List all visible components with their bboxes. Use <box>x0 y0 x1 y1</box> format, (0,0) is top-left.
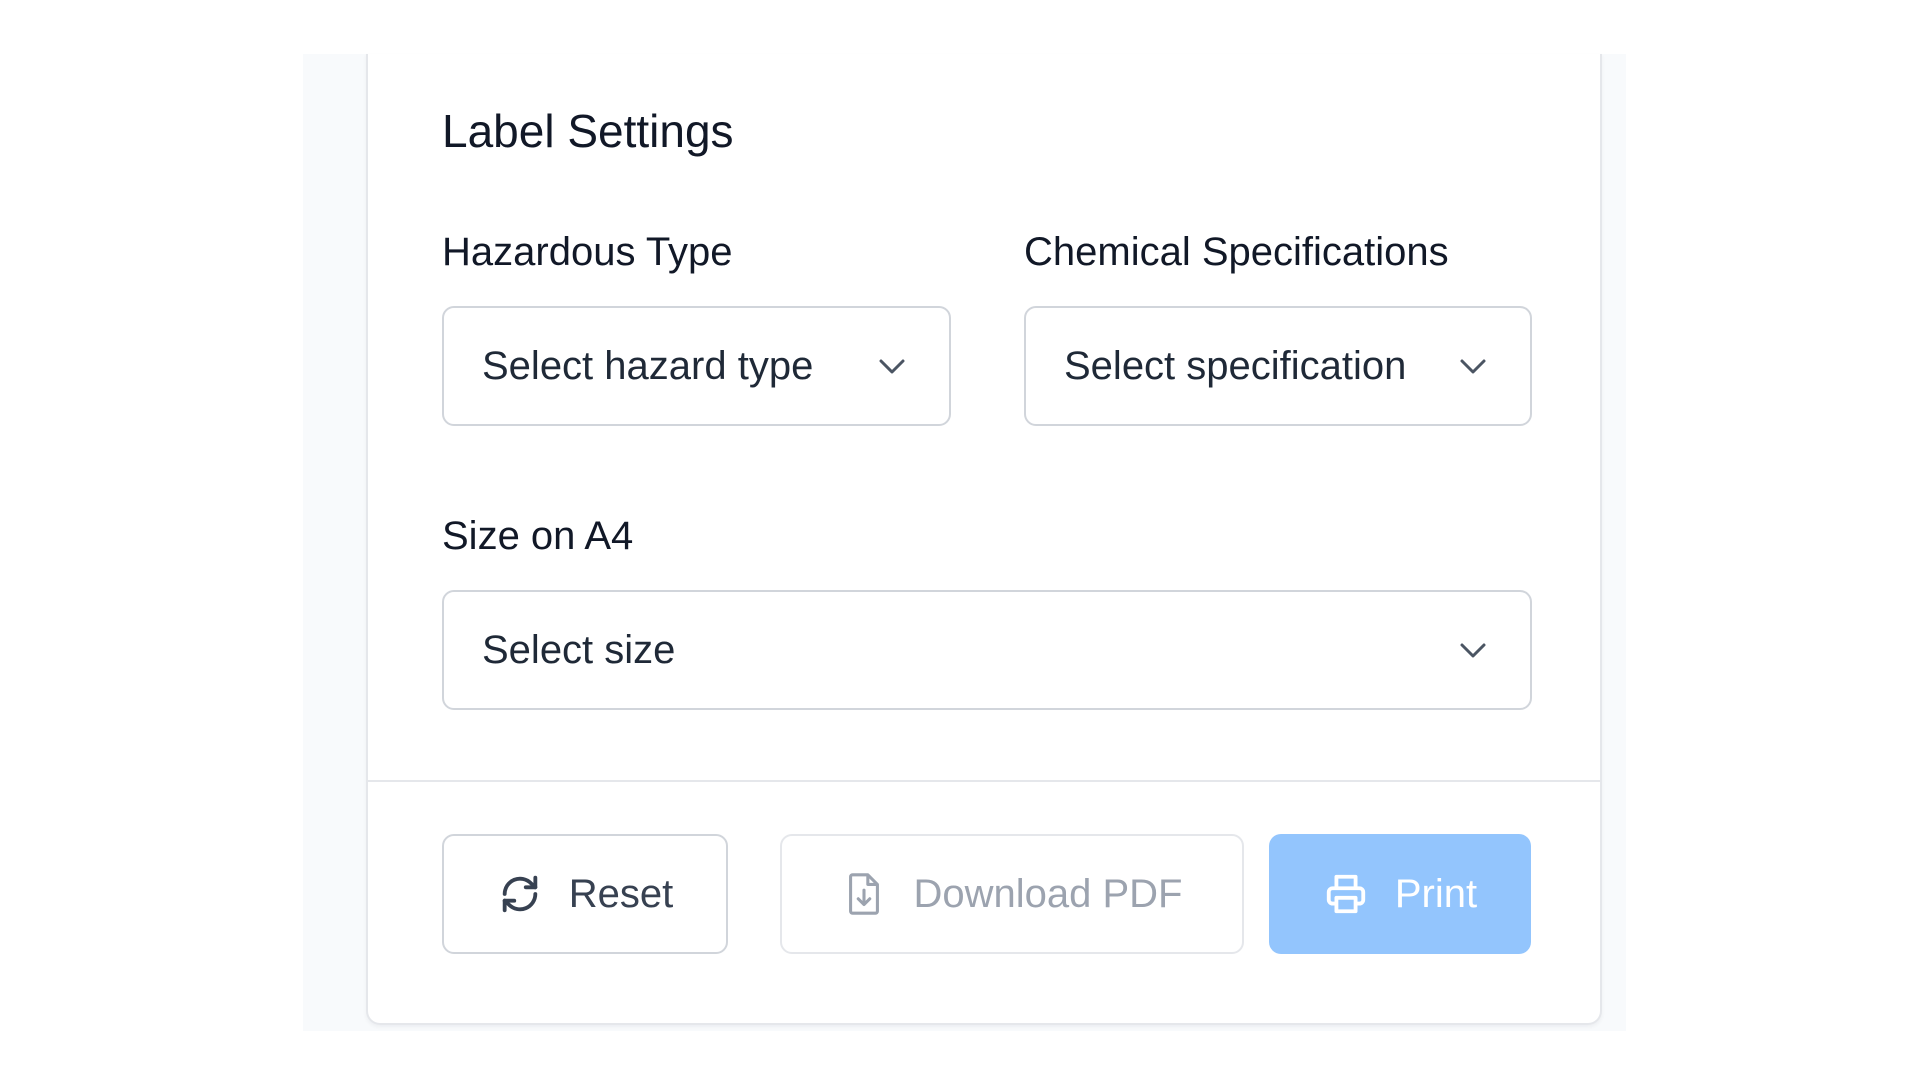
chemical-spec-select[interactable]: Select specification <box>1024 306 1532 426</box>
chevron-down-icon <box>879 359 905 374</box>
footer-divider <box>368 780 1600 782</box>
reset-button[interactable]: Reset <box>442 834 728 954</box>
hazard-type-value: Select hazard type <box>482 343 814 388</box>
refresh-icon <box>502 875 537 913</box>
chemical-spec-label: Chemical Specifications <box>1024 230 1449 274</box>
download-pdf-label: Download PDF <box>913 871 1183 916</box>
chevron-down-icon <box>1460 359 1486 374</box>
size-select[interactable]: Select size <box>442 590 1532 710</box>
chemical-spec-value: Select specification <box>1064 343 1407 388</box>
file-download-icon <box>849 873 880 915</box>
hazard-type-label: Hazardous Type <box>442 230 733 274</box>
hazard-type-select[interactable]: Select hazard type <box>442 306 951 426</box>
chevron-down-icon <box>1460 643 1486 658</box>
card-title: Label Settings <box>442 105 734 157</box>
size-label: Size on A4 <box>442 514 634 558</box>
print-button[interactable]: Print <box>1269 834 1531 954</box>
printer-icon <box>1326 874 1366 914</box>
label-settings-card: Label Settings Hazardous Type Select haz… <box>366 54 1602 1025</box>
reset-label: Reset <box>568 871 674 916</box>
download-pdf-button[interactable]: Download PDF <box>780 834 1244 954</box>
size-value: Select size <box>482 627 676 672</box>
print-label: Print <box>1394 871 1478 916</box>
